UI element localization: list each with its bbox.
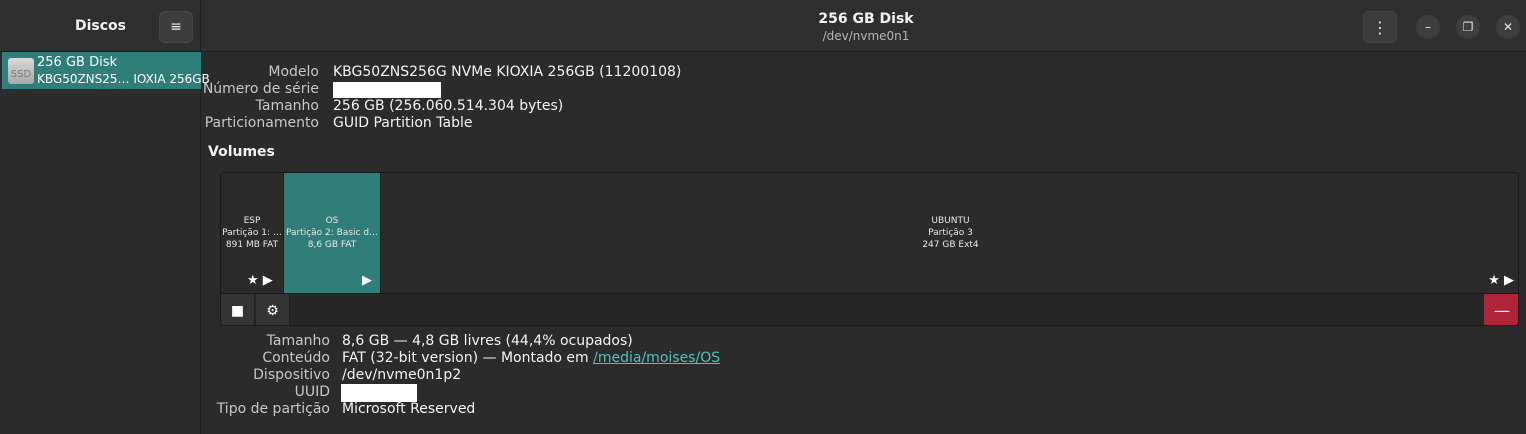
minimize-icon: – (1425, 20, 1431, 34)
disk-sidebar: SSD 256 GB Disk KBG50ZNS25… IOXIA 256GB (0, 52, 210, 434)
partition-options-button[interactable]: ⚙ (256, 294, 290, 325)
close-icon: ✕ (1502, 20, 1514, 34)
partition-type-label: Tipo de partição (216, 401, 330, 417)
star-icon: ★ (247, 273, 259, 288)
play-icon: ▶ (1504, 273, 1514, 288)
partition-size: 891 MB FAT (225, 240, 279, 250)
uuid-label: UUID (294, 384, 330, 400)
play-icon: ▶ (362, 273, 372, 288)
partition-name: ESP (243, 216, 261, 226)
stop-icon: ■ (230, 302, 245, 319)
close-button[interactable]: ✕ (1496, 15, 1520, 39)
partition-type-value: Microsoft Reserved (342, 401, 476, 417)
volume-size-label: Tamanho (266, 333, 330, 349)
hamburger-icon: ≡ (170, 19, 182, 35)
volumes-heading: Volumes (208, 144, 275, 160)
partition-toolbar: ■ ⚙ — (221, 293, 1518, 325)
unmount-button[interactable]: ■ (221, 294, 255, 325)
sidebar-item-disk[interactable]: SSD 256 GB Disk KBG50ZNS25… IOXIA 256GB (2, 52, 210, 89)
content-text: FAT (32-bit version) — Montado em (342, 350, 589, 366)
partitioning-value: GUID Partition Table (333, 115, 473, 131)
content-label: Conteúdo (262, 350, 330, 366)
ssd-icon: SSD (8, 58, 34, 84)
partition-size: 247 GB Ext4 (922, 240, 979, 250)
play-icon: ▶ (262, 273, 273, 288)
disk-menu-button[interactable]: ⋮ (1363, 11, 1397, 43)
size-label: Tamanho (255, 98, 319, 114)
sidebar-header: Discos ≡ (0, 0, 201, 52)
gear-icon: ⚙ (266, 302, 279, 319)
minus-icon: — (1494, 301, 1510, 320)
window-title: 256 GB Disk (818, 11, 914, 27)
maximize-icon: ❐ (1462, 20, 1474, 34)
model-value: KBG50ZNS256G NVMe KIOXIA 256GB (11200108… (333, 64, 682, 80)
maximize-button[interactable]: ❐ (1456, 15, 1480, 39)
partitioning-label: Particionamento (204, 115, 319, 131)
partition-name: UBUNTU (931, 216, 970, 226)
delete-partition-button[interactable]: — (1484, 294, 1518, 325)
star-icon: ★ (1488, 273, 1500, 288)
size-value: 256 GB (256.060.514.304 bytes) (333, 98, 564, 114)
disk-model: KBG50ZNS25… IOXIA 256GB (37, 72, 210, 86)
model-label: Modelo (268, 64, 319, 80)
partition-os[interactable]: OS Partição 2: Basic d… 8,6 GB FAT ▶ (284, 173, 381, 293)
disk-name: 256 GB Disk (37, 55, 117, 70)
partition-name: OS (325, 216, 339, 226)
kebab-icon: ⋮ (1372, 17, 1388, 37)
mount-point-link[interactable]: /media/moises/OS (593, 350, 720, 366)
partition-esp[interactable]: ESP Partição 1: … 891 MB FAT ★ ▶ (221, 173, 284, 293)
partition-map: ESP Partição 1: … 891 MB FAT ★ ▶ OS Part… (220, 172, 1519, 326)
serial-value (333, 82, 441, 98)
partition-size: 8,6 GB FAT (307, 240, 357, 250)
serial-label: Número de série (202, 81, 319, 97)
main-menu-button[interactable]: ≡ (159, 11, 193, 43)
device-value: /dev/nvme0n1p2 (342, 367, 462, 383)
partition-desc: Partição 1: … (222, 228, 282, 238)
content-value: FAT (32-bit version) — Montado em /media… (342, 350, 720, 366)
partition-desc: Partição 2: Basic d… (285, 228, 379, 238)
header-bar: Discos ≡ 256 GB Disk /dev/nvme0n1 ⋮ – ❐ … (0, 0, 1526, 52)
window-subtitle: /dev/nvme0n1 (822, 29, 910, 43)
device-label: Dispositivo (253, 367, 330, 383)
partition-desc: Partição 3 (928, 228, 973, 238)
minimize-button[interactable]: – (1416, 15, 1440, 39)
uuid-value (341, 384, 417, 402)
partition-ubuntu[interactable]: UBUNTU Partição 3 247 GB Ext4 ★ ▶ (381, 173, 1518, 293)
volume-size-value: 8,6 GB — 4,8 GB livres (44,4% ocupados) (342, 333, 633, 349)
